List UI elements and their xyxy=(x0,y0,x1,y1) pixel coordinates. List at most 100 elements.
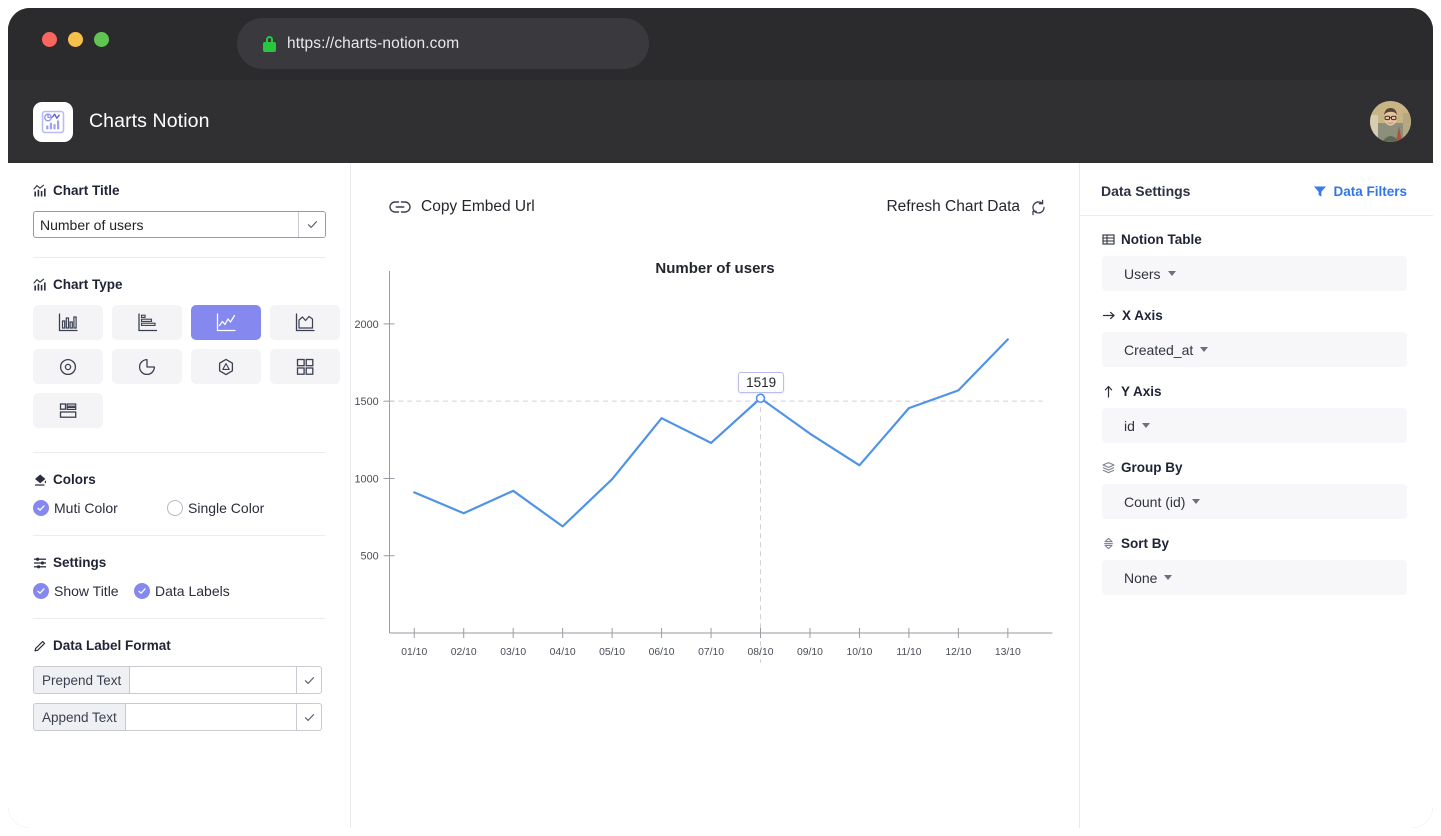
maximize-window-button[interactable] xyxy=(94,32,109,47)
chart-title-confirm-button[interactable] xyxy=(298,212,325,237)
chart-title-input-wrap xyxy=(33,211,326,238)
refresh-chart-data-label: Refresh Chart Data xyxy=(886,198,1020,216)
setting-data-labels[interactable]: Data Labels xyxy=(134,583,230,599)
refresh-icon xyxy=(1030,199,1047,216)
chart-type-line-button[interactable] xyxy=(191,305,261,340)
minimize-window-button[interactable] xyxy=(68,32,83,47)
chart-title-label: Chart Title xyxy=(53,183,120,198)
checked-checkbox-icon xyxy=(134,583,150,599)
lock-icon xyxy=(263,36,276,52)
pie-chart-icon xyxy=(135,356,159,378)
table-icon xyxy=(1102,233,1115,246)
group-by-label-text: Group By xyxy=(1121,460,1183,475)
data-filters-label: Data Filters xyxy=(1333,184,1407,199)
arrow-up-icon xyxy=(1102,385,1115,399)
y-axis-value: id xyxy=(1124,418,1135,434)
copy-embed-url-button[interactable]: Copy Embed Url xyxy=(389,198,535,216)
data-settings-header: Data Settings Data Filters xyxy=(1080,183,1433,199)
chart-type-pie-button[interactable] xyxy=(112,349,182,384)
chart-type-grid xyxy=(33,305,325,428)
y-axis-select[interactable]: id xyxy=(1102,408,1407,443)
chart-title-section: Chart Title xyxy=(8,183,350,238)
colors-label: Colors xyxy=(53,472,96,487)
prepend-text-confirm-button[interactable] xyxy=(296,666,322,694)
checked-radio-icon xyxy=(33,500,49,516)
close-window-button[interactable] xyxy=(42,32,57,47)
svg-text:03/10: 03/10 xyxy=(500,647,526,658)
chart-type-horizontal-bar-button[interactable] xyxy=(112,305,182,340)
append-text-label: Append Text xyxy=(33,703,125,731)
colors-section-header: Colors xyxy=(33,472,325,487)
divider xyxy=(33,618,325,619)
link-icon xyxy=(389,199,411,215)
setting-show-title[interactable]: Show Title xyxy=(33,583,134,599)
svg-text:11/10: 11/10 xyxy=(896,647,921,658)
divider xyxy=(33,257,325,258)
app-title: Charts Notion xyxy=(89,110,210,133)
cards-grid-icon xyxy=(293,356,317,378)
chart-icon xyxy=(33,278,47,292)
color-option-multi[interactable]: Muti Color xyxy=(33,500,167,516)
chart-preview-pane: Copy Embed Url Refresh Chart Data Number… xyxy=(351,163,1080,828)
refresh-chart-data-button[interactable]: Refresh Chart Data xyxy=(886,198,1047,216)
color-option-multi-label: Muti Color xyxy=(54,500,118,516)
svg-text:06/10: 06/10 xyxy=(649,647,675,658)
line-chart-icon xyxy=(214,312,238,334)
main-content: Chart Title xyxy=(8,163,1433,828)
url-text: https://charts-notion.com xyxy=(287,35,459,53)
color-option-single-label: Single Color xyxy=(188,500,264,516)
chart-settings-sidebar: Chart Title xyxy=(8,163,351,828)
filter-icon xyxy=(1313,185,1327,198)
chevron-down-icon xyxy=(1164,575,1172,580)
notion-table-select[interactable]: Users xyxy=(1102,256,1407,291)
colors-options: Muti Color Single Color xyxy=(33,500,325,516)
svg-text:1500: 1500 xyxy=(354,396,378,408)
user-avatar[interactable] xyxy=(1370,101,1411,142)
data-settings-sidebar: Data Settings Data Filters xyxy=(1080,163,1433,828)
address-bar[interactable]: https://charts-notion.com xyxy=(237,18,649,69)
svg-text:09/10: 09/10 xyxy=(797,647,823,658)
chevron-down-icon xyxy=(1192,499,1200,504)
layers-icon xyxy=(1102,461,1115,474)
chart-type-table-button[interactable] xyxy=(33,393,103,428)
color-option-single[interactable]: Single Color xyxy=(167,500,264,516)
chart-type-bar-button[interactable] xyxy=(33,305,103,340)
x-axis-label-text: X Axis xyxy=(1122,308,1163,323)
svg-text:04/10: 04/10 xyxy=(550,647,576,658)
append-text-row: Append Text xyxy=(33,703,322,731)
divider xyxy=(33,535,325,536)
y-axis-label-text: Y Axis xyxy=(1121,384,1162,399)
copy-embed-url-label: Copy Embed Url xyxy=(421,198,535,216)
append-text-confirm-button[interactable] xyxy=(296,703,322,731)
x-axis-select[interactable]: Created_at xyxy=(1102,332,1407,367)
setting-data-labels-label: Data Labels xyxy=(155,583,230,599)
chart-type-section: Chart Type xyxy=(8,277,350,428)
arrow-right-icon xyxy=(1102,309,1116,322)
group-by-select[interactable]: Count (id) xyxy=(1102,484,1407,519)
settings-label: Settings xyxy=(53,555,106,570)
chart-type-radar-button[interactable] xyxy=(191,349,261,384)
svg-text:08/10: 08/10 xyxy=(748,647,774,658)
chart-type-cards-button[interactable] xyxy=(270,349,340,384)
checked-checkbox-icon xyxy=(33,583,49,599)
data-filters-button[interactable]: Data Filters xyxy=(1313,184,1407,199)
charts-notion-logo-icon[interactable] xyxy=(33,102,73,142)
data-label-format-label: Data Label Format xyxy=(53,638,171,653)
settings-section: Settings Show Title Data Labels xyxy=(8,555,350,599)
data-label-format-section: Data Label Format Prepend Text Append Te… xyxy=(8,638,350,731)
sort-by-select[interactable]: None xyxy=(1102,560,1407,595)
append-text-input[interactable] xyxy=(125,703,296,731)
prepend-text-input[interactable] xyxy=(129,666,296,694)
horizontal-bar-chart-icon xyxy=(135,312,159,334)
settings-options: Show Title Data Labels xyxy=(33,583,325,599)
chart-title-input[interactable] xyxy=(34,212,298,237)
settings-section-header: Settings xyxy=(33,555,325,570)
sort-by-value: None xyxy=(1124,570,1157,586)
radar-chart-icon xyxy=(214,356,238,378)
prepend-text-label: Prepend Text xyxy=(33,666,129,694)
chart-type-donut-button[interactable] xyxy=(33,349,103,384)
unchecked-radio-icon xyxy=(167,500,183,516)
chart-type-area-button[interactable] xyxy=(270,305,340,340)
x-axis-value: Created_at xyxy=(1124,342,1193,358)
chart-icon xyxy=(33,184,47,198)
